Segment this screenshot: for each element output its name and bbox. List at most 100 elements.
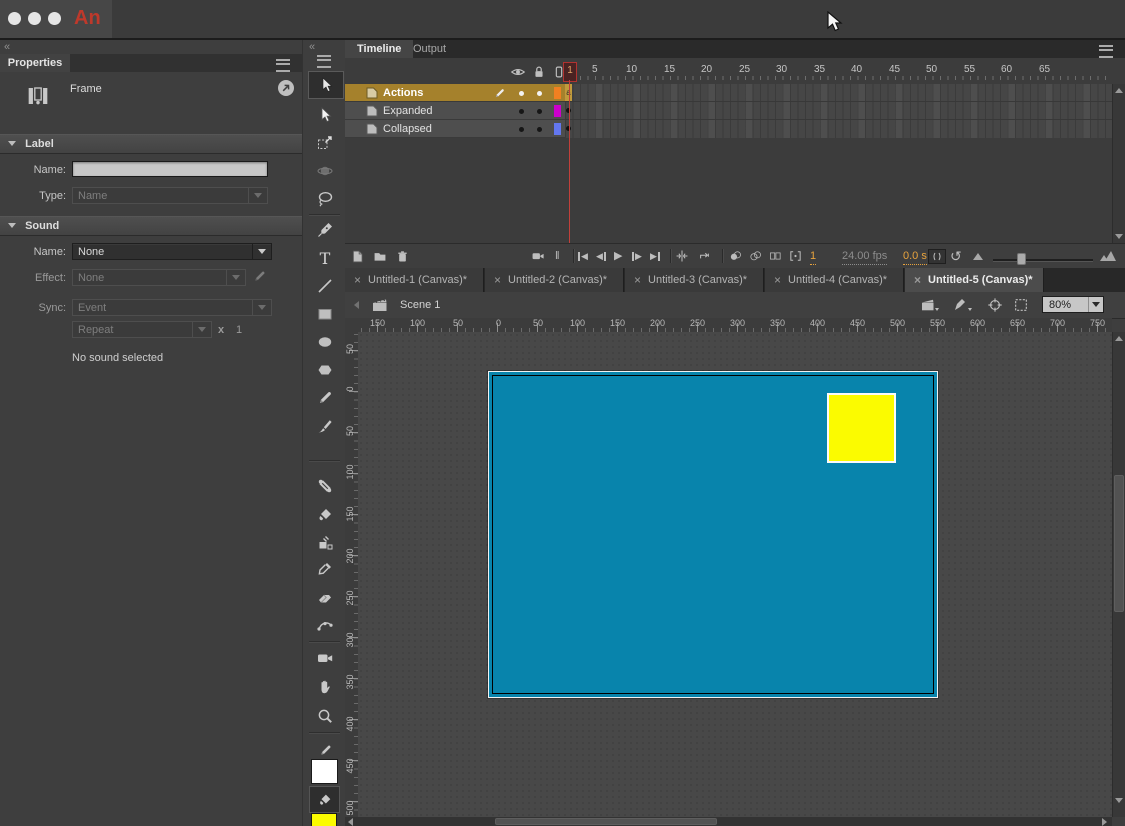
vertical-scroll-thumb[interactable] [1114,475,1124,612]
layer-visibility-dot[interactable] [519,127,524,132]
canvas-vertical-scrollbar[interactable] [1112,332,1125,817]
label-name-input[interactable] [72,161,268,177]
eyedropper-tool[interactable] [312,557,338,581]
layer-row-collapsed[interactable]: Collapsed [345,120,565,138]
new-layer-button[interactable] [350,248,365,264]
timeline-zoom-in-icon[interactable] [1100,248,1116,264]
scroll-down-icon[interactable] [1115,798,1123,803]
clip-content-outside-stage-icon[interactable] [1013,297,1029,313]
go-to-first-frame-button[interactable]: ◀ [578,248,588,264]
polystar-tool[interactable] [312,358,338,382]
lock-unlock-all-layers-icon[interactable] [531,64,547,80]
edit-symbols-icon[interactable] [953,297,973,313]
timeline-vertical-scrollbar[interactable] [1112,84,1125,243]
window-close-button[interactable] [8,12,21,25]
frame-ruler[interactable]: 1 5 10 15 20 25 30 35 40 45 50 55 60 65 [565,62,1112,80]
edit-scene-icon[interactable] [920,297,940,313]
brush-tool[interactable] [312,414,338,438]
collapse-panel-icon[interactable]: « [4,41,9,53]
doc-tab-untitled-4[interactable]: × Untitled-4 (Canvas)* [765,268,904,292]
asset-warp-tool[interactable] [312,613,338,637]
scroll-up-icon[interactable] [1115,88,1123,93]
edit-envelope-pencil-icon[interactable] [252,269,267,284]
layer-row-expanded[interactable]: Expanded [345,102,565,120]
scroll-left-icon[interactable] [348,818,353,826]
layer-visibility-dot[interactable] [519,109,524,114]
text-tool[interactable]: T [312,246,338,270]
close-tab-icon[interactable]: × [354,273,361,287]
loop-range-button[interactable] [928,249,946,264]
ink-bottle-tool[interactable] [312,531,338,555]
paint-bucket-tool[interactable] [312,503,338,527]
step-forward-button[interactable]: ▶ [632,248,642,264]
panel-menu-icon[interactable] [317,55,331,68]
layer-lock-dot[interactable] [537,91,542,96]
zoom-tool[interactable] [312,704,338,728]
panel-menu-icon[interactable] [1099,45,1113,58]
edit-multiple-frames-button[interactable] [768,248,783,264]
layer-outline-color-swatch[interactable] [554,87,561,99]
timeline-zoom-out-icon[interactable] [973,248,983,264]
elapsed-time-field[interactable]: 0.0 s [903,248,927,265]
stroke-color-swatch[interactable] [311,759,338,784]
frame-grid[interactable]: a [565,84,1112,138]
layer-visibility-dot[interactable] [519,91,524,96]
show-hide-all-layers-icon[interactable] [510,64,526,80]
pencil-tool[interactable] [312,386,338,410]
oval-tool[interactable] [312,330,338,354]
yellow-square-shape[interactable] [827,393,896,463]
layer-lock-dot[interactable] [537,109,542,114]
label-type-dropdown[interactable]: Name [72,187,268,204]
camera-tool[interactable] [312,646,338,670]
modify-markers-button[interactable] [788,248,803,264]
window-minimize-button[interactable] [28,12,41,25]
add-camera-button[interactable] [530,248,546,264]
canvas-horizontal-scrollbar[interactable] [345,817,1112,826]
window-zoom-button[interactable] [48,12,61,25]
reset-timeline-zoom-button[interactable]: ↺ [950,248,962,264]
rectangle-tool[interactable] [312,302,338,326]
collapse-panel-icon[interactable]: « [309,41,314,53]
close-tab-icon[interactable]: × [774,273,781,287]
section-sound[interactable]: Sound [0,216,302,236]
playhead-frame-indicator[interactable]: 1 [563,62,577,82]
sound-name-dropdown[interactable]: None [72,243,272,260]
bone-tool[interactable] [312,474,338,498]
current-frame-field[interactable]: 1 [810,248,816,265]
line-tool[interactable] [312,274,338,298]
loop-playback-button[interactable] [697,248,712,264]
doc-tab-untitled-3[interactable]: × Untitled-3 (Canvas)* [625,268,764,292]
selection-tool[interactable] [308,71,344,99]
repeat-times-value[interactable]: 1 [236,324,242,336]
step-back-button[interactable]: ◀ [596,248,606,264]
help-link-icon[interactable] [277,79,295,97]
layer-row-actions[interactable]: Actions [345,84,565,102]
hand-tool[interactable] [312,675,338,699]
new-folder-button[interactable] [372,248,388,264]
tab-output[interactable]: Output [401,40,458,58]
horizontal-scroll-thumb[interactable] [495,818,717,825]
sound-effect-dropdown[interactable]: None [72,269,246,286]
scroll-down-icon[interactable] [1115,234,1123,239]
eraser-tool[interactable] [312,585,338,609]
close-tab-icon[interactable]: × [494,273,501,287]
sound-repeat-dropdown[interactable]: Repeat [72,321,212,338]
delete-layer-button[interactable] [395,248,410,264]
frame-rate-field[interactable]: 24.00 fps [842,248,887,265]
lasso-tool[interactable] [312,187,338,211]
onion-skin-button[interactable] [728,248,743,264]
go-to-last-frame-button[interactable]: ▶ [650,248,660,264]
panel-menu-icon[interactable] [276,59,290,72]
3d-rotation-tool[interactable] [312,159,338,183]
free-transform-tool[interactable] [312,131,338,155]
tab-properties[interactable]: Properties [0,54,70,72]
playhead-line[interactable] [569,80,570,243]
show-layer-depth-icon[interactable]: ‖ [555,248,561,264]
back-to-document-icon[interactable] [354,301,359,309]
fill-color-button[interactable] [309,786,340,813]
close-tab-icon[interactable]: × [914,273,921,287]
layer-outline-color-swatch[interactable] [554,105,561,117]
sound-sync-dropdown[interactable]: Event [72,299,272,316]
close-tab-icon[interactable]: × [634,273,641,287]
center-frame-button[interactable] [675,248,689,264]
